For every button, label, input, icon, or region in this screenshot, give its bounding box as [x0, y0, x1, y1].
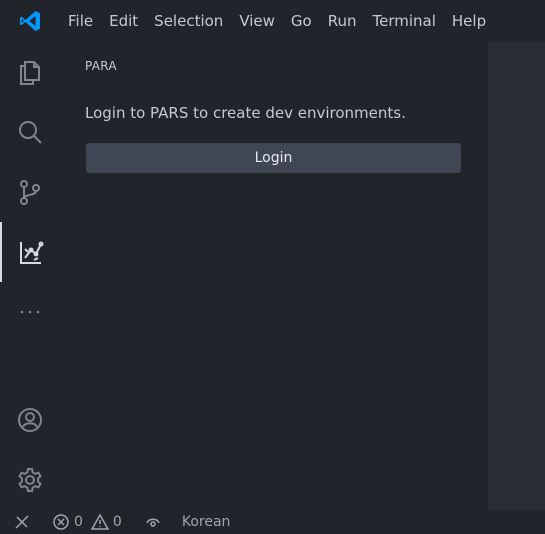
menu-go[interactable]: Go [283, 0, 320, 42]
problems-indicator[interactable]: 0 0 [52, 510, 122, 534]
remote-indicator[interactable] [0, 510, 44, 534]
para-side-panel: PARA Login to PARS to create dev environ… [60, 42, 488, 510]
menu-file[interactable]: File [60, 0, 101, 42]
files-icon [20, 61, 40, 85]
menu-help[interactable]: Help [444, 0, 494, 42]
menu-view[interactable]: View [231, 0, 283, 42]
source-control-icon [20, 180, 40, 205]
accounts-button[interactable] [0, 390, 60, 450]
panel-title: PARA [85, 59, 117, 73]
menu-run[interactable]: Run [320, 0, 365, 42]
para-extension-icon [20, 241, 44, 264]
language-label: Korean [181, 514, 231, 530]
explorer-button[interactable] [0, 42, 60, 102]
status-bar: 0 0 Korean [0, 510, 545, 534]
menu-selection[interactable]: Selection [146, 0, 231, 42]
more-button[interactable] [0, 282, 60, 342]
settings-gear-icon [18, 468, 42, 492]
activity-bar [0, 42, 60, 510]
language-indicator[interactable]: Korean [182, 510, 231, 534]
error-count: 0 [74, 514, 83, 530]
menu-edit[interactable]: Edit [101, 0, 146, 42]
login-message: Login to PARS to create dev environments… [85, 104, 406, 122]
error-icon [53, 514, 69, 530]
source-control-button[interactable] [0, 162, 60, 222]
broadcast-icon [146, 518, 160, 527]
login-button[interactable]: Login [86, 143, 461, 173]
remote-icon [15, 515, 29, 529]
vscode-logo-icon [0, 0, 60, 42]
broadcast-indicator[interactable] [144, 510, 162, 534]
account-icon [18, 408, 42, 432]
editor-area [488, 42, 545, 510]
search-icon [19, 121, 42, 144]
title-bar: File Edit Selection View Go Run Terminal… [0, 0, 545, 42]
warning-count: 0 [112, 514, 122, 530]
manage-button[interactable] [0, 450, 60, 510]
more-icon [20, 310, 40, 314]
warning-icon [90, 513, 109, 530]
menu-terminal[interactable]: Terminal [365, 0, 444, 42]
search-button[interactable] [0, 102, 60, 162]
para-extension-button[interactable] [0, 222, 60, 282]
